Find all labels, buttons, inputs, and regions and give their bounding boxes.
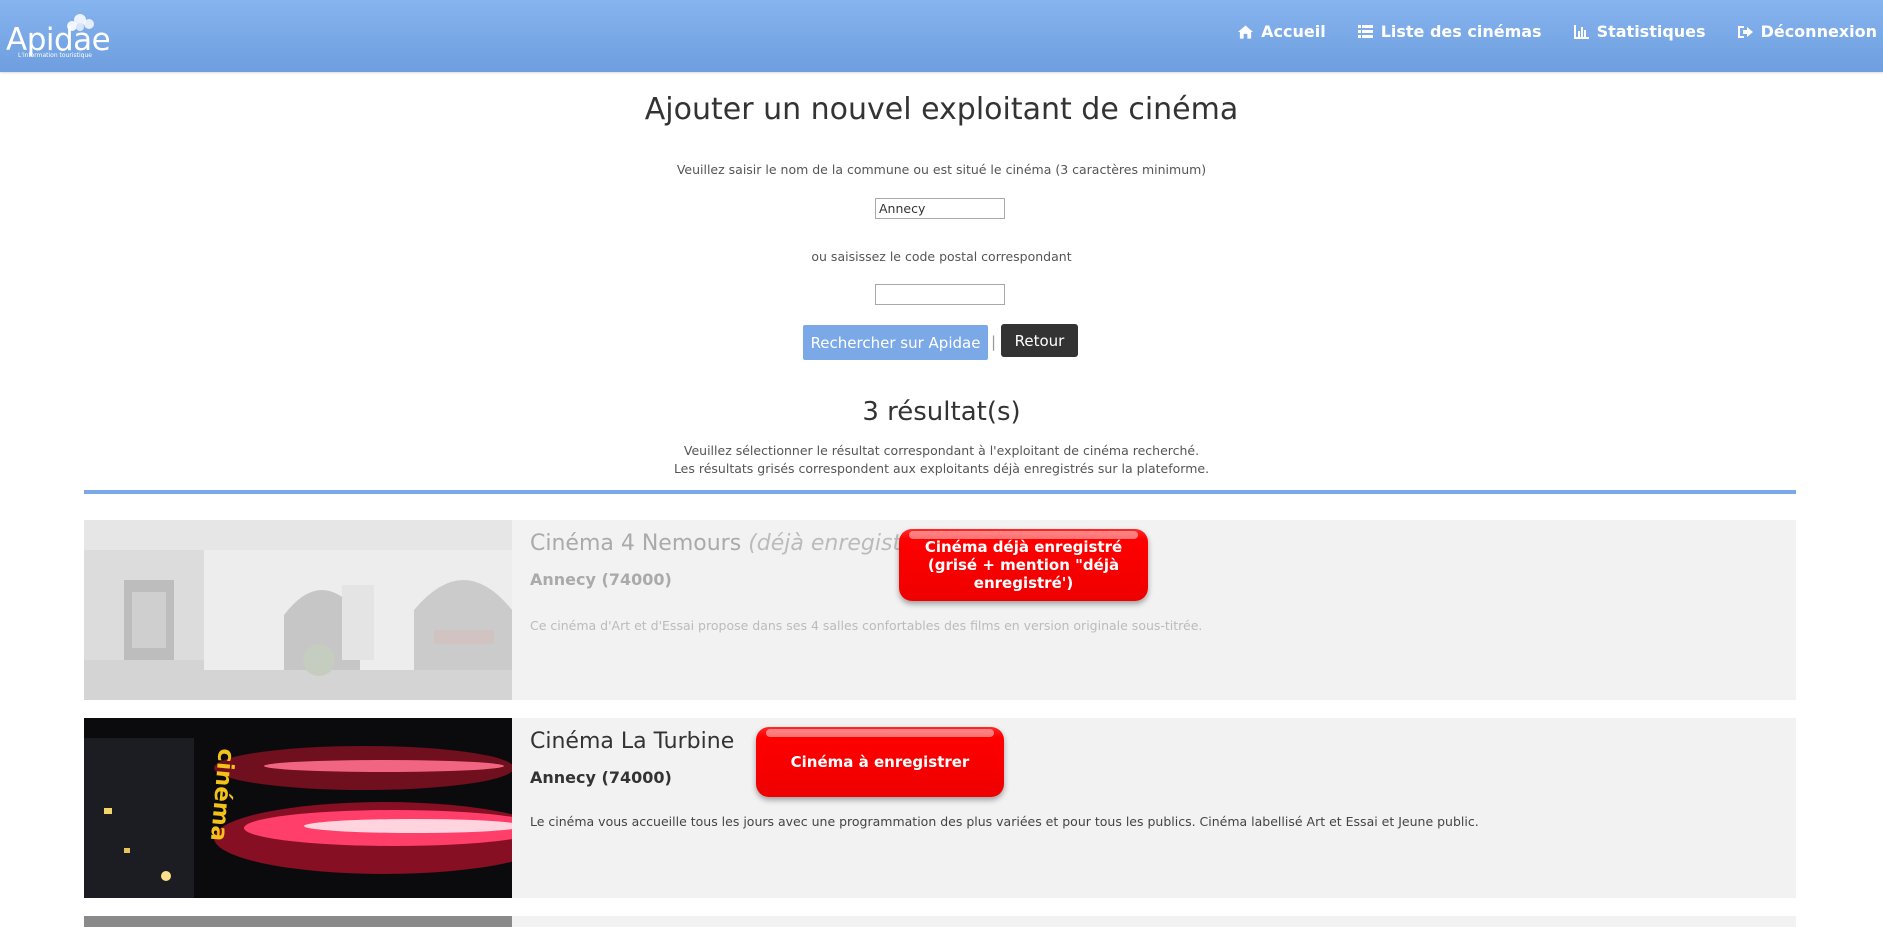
cinema-description: Le cinéma vous accueille tous les jours … bbox=[530, 814, 1479, 829]
nav-deconnexion-label: Déconnexion bbox=[1760, 22, 1877, 41]
logo-flower-icon bbox=[67, 14, 94, 31]
results-hint-line1: Veuillez sélectionner le résultat corres… bbox=[683, 443, 1200, 458]
home-icon bbox=[1238, 24, 1254, 39]
apidae-logo[interactable]: Apidae L'information touristique bbox=[6, 12, 111, 60]
cinema-name-line: Cinéma 4 Nemours (déjà enregistré) bbox=[530, 531, 932, 556]
nav-liste-cinemas[interactable]: Liste des cinémas bbox=[1357, 22, 1542, 41]
card-body: Cinéma La Turbine Annecy (74000) Le ciné… bbox=[530, 718, 1796, 898]
postal-code-hint: ou saisissez le code postal correspondan… bbox=[811, 249, 1072, 264]
cinema-name: Cinéma 4 Nemours bbox=[530, 531, 742, 556]
card-body: Cinéma 4 Nemours (déjà enregistré) Annec… bbox=[530, 520, 1796, 700]
results-count-title: 3 résultat(s) bbox=[862, 397, 1021, 427]
page-title: Ajouter un nouvel exploitant de cinéma bbox=[644, 92, 1239, 127]
nav-deconnexion[interactable]: Déconnexion bbox=[1737, 22, 1877, 41]
results-hint-line2: Les résultats grisés correspondent aux e… bbox=[673, 461, 1210, 476]
annotation-registered-callout: Cinéma déjà enregistré (grisé + mention … bbox=[899, 529, 1148, 601]
logo-tagline: L'information touristique bbox=[18, 52, 92, 59]
logout-icon bbox=[1737, 25, 1753, 38]
main-nav: Accueil Liste des cinémas Statistiques D… bbox=[1238, 22, 1877, 41]
nav-accueil-label: Accueil bbox=[1261, 22, 1326, 41]
postal-code-input[interactable] bbox=[875, 284, 1005, 305]
bar-chart-icon bbox=[1573, 24, 1589, 39]
result-card-3[interactable] bbox=[84, 916, 1796, 927]
top-navbar: Apidae L'information touristique Accueil… bbox=[0, 0, 1883, 72]
list-icon bbox=[1357, 25, 1373, 38]
nav-statistiques[interactable]: Statistiques bbox=[1573, 22, 1706, 41]
cinema-name: Cinéma La Turbine bbox=[530, 729, 735, 754]
cinema-photo-3 bbox=[84, 916, 512, 927]
results-divider bbox=[84, 490, 1796, 494]
annotation-to-register-callout: Cinéma à enregistrer bbox=[756, 727, 1004, 797]
cinema-photo-4-nemours bbox=[84, 520, 512, 700]
nav-accueil[interactable]: Accueil bbox=[1238, 22, 1326, 41]
nav-liste-cinemas-label: Liste des cinémas bbox=[1380, 22, 1542, 41]
cinema-city: Annecy (74000) bbox=[530, 768, 672, 787]
nav-statistiques-label: Statistiques bbox=[1596, 22, 1706, 41]
commune-input[interactable] bbox=[875, 198, 1005, 219]
cinema-photo-la-turbine: cinéma bbox=[84, 718, 512, 898]
cinema-description: Ce cinéma d'Art et d'Essai propose dans … bbox=[530, 618, 1203, 633]
search-apidae-button[interactable]: Rechercher sur Apidae bbox=[803, 325, 988, 360]
commune-hint: Veuillez saisir le nom de la commune ou … bbox=[676, 162, 1207, 177]
button-separator: | bbox=[991, 333, 997, 351]
back-button[interactable]: Retour bbox=[1001, 324, 1078, 357]
cinema-city: Annecy (74000) bbox=[530, 570, 672, 589]
